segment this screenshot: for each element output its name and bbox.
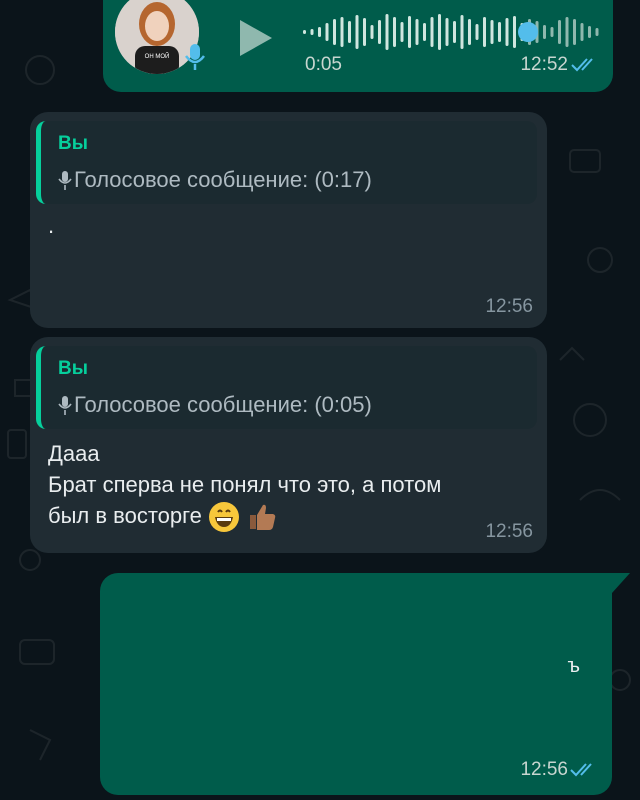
mic-icon — [185, 44, 205, 70]
reply-author: Вы — [58, 358, 88, 379]
waveform-bar — [543, 25, 546, 39]
reply-preview: Голосовое сообщение: (0:05) — [58, 392, 372, 418]
mic-icon — [58, 171, 72, 190]
waveform-bar — [408, 16, 411, 48]
voice-message-bubble[interactable]: ОН МОЙ 0:05 12:52 — [103, 0, 613, 92]
mic-icon — [58, 396, 72, 415]
grinning-face-emoji-icon — [209, 502, 240, 533]
waveform-bar — [415, 19, 419, 45]
incoming-message-2[interactable]: Вы Голосовое сообщение: (0:05) Дааа Брат… — [30, 337, 547, 553]
waveform-bar — [468, 19, 471, 45]
waveform-bar — [558, 20, 561, 44]
message-body: Дааа Брат сперва не понял что это, а пот… — [48, 438, 441, 533]
message-text: . — [48, 213, 55, 238]
waveform-bar — [325, 23, 329, 41]
playback-scrubber-handle[interactable] — [518, 22, 538, 42]
waveform-bar — [513, 16, 516, 48]
outgoing-message[interactable]: ъ 12:56 — [100, 573, 612, 795]
waveform-bar — [378, 20, 381, 44]
waveform-bar — [498, 22, 501, 42]
message-line: Брат сперва не понял что это, а потом — [48, 472, 442, 497]
waveform-bar — [475, 24, 479, 40]
waveform-bar — [333, 19, 336, 45]
message-time: 12:56 — [485, 296, 533, 317]
incoming-message-1[interactable]: Вы Голосовое сообщение: (0:17) . 12:56 — [30, 112, 547, 328]
message-time: 12:56 — [485, 521, 533, 542]
waveform-bar — [393, 17, 396, 47]
waveform-bar — [363, 18, 366, 46]
double-check-icon — [571, 58, 593, 72]
reply-author: Вы — [58, 133, 88, 154]
double-check-icon — [570, 763, 592, 777]
waveform-bar — [348, 21, 351, 43]
waveform-bar — [580, 23, 584, 41]
message-text: ъ — [567, 655, 581, 677]
message-line-with-emoji: был в восторге — [48, 500, 441, 533]
thumbs-up-emoji-icon — [250, 504, 276, 531]
waveform-bar — [385, 14, 389, 50]
waveform-bar — [505, 18, 509, 46]
waveform-bar — [400, 22, 404, 42]
waveform-bar — [550, 27, 554, 37]
waveform-bar — [453, 21, 456, 43]
voice-waveform[interactable] — [303, 12, 603, 52]
waveform-bar — [370, 25, 374, 39]
waveform-bar — [340, 17, 344, 47]
reply-text: Голосовое сообщение: (0:05) — [74, 392, 372, 417]
reply-preview: Голосовое сообщение: (0:17) — [58, 167, 372, 193]
waveform-bar — [430, 17, 434, 47]
waveform-bar — [588, 26, 591, 38]
message-time: 12:56 — [520, 759, 568, 780]
waveform-bar — [318, 27, 321, 37]
waveform-bar — [445, 18, 449, 46]
avatar-shirt-print: ОН МОЙ — [145, 52, 170, 60]
reply-quote[interactable]: Вы Голосовое сообщение: (0:17) — [36, 121, 537, 204]
voice-duration: 0:05 — [305, 54, 342, 75]
play-icon[interactable] — [238, 18, 274, 58]
waveform-bar — [303, 30, 306, 34]
message-time: 12:52 — [520, 54, 568, 75]
message-line: был в восторге — [48, 503, 202, 528]
message-line: Дааа — [48, 441, 100, 466]
reply-text: Голосовое сообщение: (0:17) — [74, 167, 372, 192]
waveform-bar — [310, 29, 314, 35]
waveform-bar — [438, 14, 441, 50]
waveform-bar — [595, 28, 599, 36]
waveform-bar — [423, 23, 426, 41]
waveform-bar — [460, 15, 464, 49]
waveform-bar — [355, 15, 359, 49]
reply-quote[interactable]: Вы Голосовое сообщение: (0:05) — [36, 346, 537, 429]
waveform-bar — [490, 20, 494, 44]
waveform-bar — [573, 19, 576, 45]
waveform-bar — [565, 17, 569, 47]
bubble-tail — [602, 573, 630, 593]
waveform-bar — [483, 17, 486, 47]
